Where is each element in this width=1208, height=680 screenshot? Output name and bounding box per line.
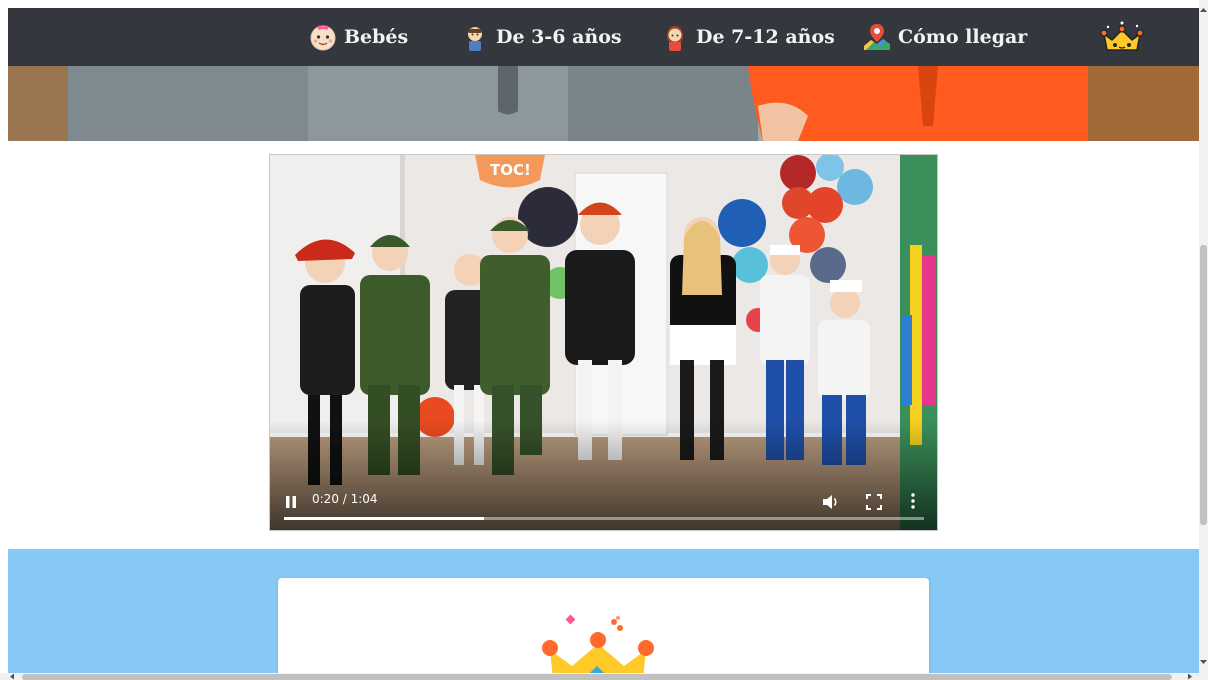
vertical-scrollbar[interactable] (1199, 0, 1208, 673)
boy-icon (468, 27, 482, 51)
nav-item-label: Cómo llegar (898, 26, 1028, 48)
vertical-scrollbar-thumb[interactable] (1200, 245, 1207, 525)
video-time-display: 0:20 / 1:04 (312, 492, 378, 506)
pause-icon[interactable] (284, 495, 298, 509)
main-navbar: Bebés De 3-6 años De 7-12 años Cómo lleg… (8, 8, 1199, 66)
map-pin-icon (864, 24, 890, 50)
nav-item-bebes[interactable]: Bebés (308, 8, 408, 66)
horizontal-scrollbar[interactable] (0, 673, 1208, 680)
scroll-up-arrow-icon[interactable] (1199, 6, 1208, 14)
blue-section (8, 549, 1199, 680)
volume-icon[interactable] (822, 494, 840, 510)
nav-item-como-llegar[interactable]: Cómo llegar (862, 8, 1027, 66)
video-progress-fill (284, 517, 484, 520)
scroll-left-arrow-icon[interactable] (8, 673, 16, 680)
page-top-strip (0, 0, 1208, 8)
hero-banner-image (8, 66, 1199, 141)
nav-item-label: Bebés (344, 26, 409, 48)
nav-item-7-12[interactable]: De 7-12 años (660, 8, 835, 66)
crown-icon (542, 614, 654, 678)
fullscreen-icon[interactable] (866, 494, 882, 510)
crown-icon[interactable] (1100, 20, 1144, 56)
nav-item-label: De 7-12 años (696, 26, 835, 48)
video-controls: 0:20 / 1:04 (270, 470, 937, 530)
horizontal-scrollbar-thumb[interactable] (22, 674, 1172, 680)
video-player[interactable]: TOC! 0:20 / 1:04 (269, 154, 938, 531)
hero-children-illustration (8, 66, 1199, 141)
video-progress-bar[interactable] (284, 517, 924, 520)
girl-icon (667, 26, 683, 51)
baby-face-icon (310, 25, 336, 51)
nav-item-3-6[interactable]: De 3-6 años (460, 8, 622, 66)
scroll-down-arrow-icon[interactable] (1199, 658, 1208, 666)
video-sign-text: TOC! (490, 161, 531, 179)
more-options-icon[interactable] (910, 492, 916, 510)
scroll-right-arrow-icon[interactable] (1186, 673, 1194, 680)
content-card (278, 578, 929, 680)
nav-item-label: De 3-6 años (496, 26, 622, 48)
